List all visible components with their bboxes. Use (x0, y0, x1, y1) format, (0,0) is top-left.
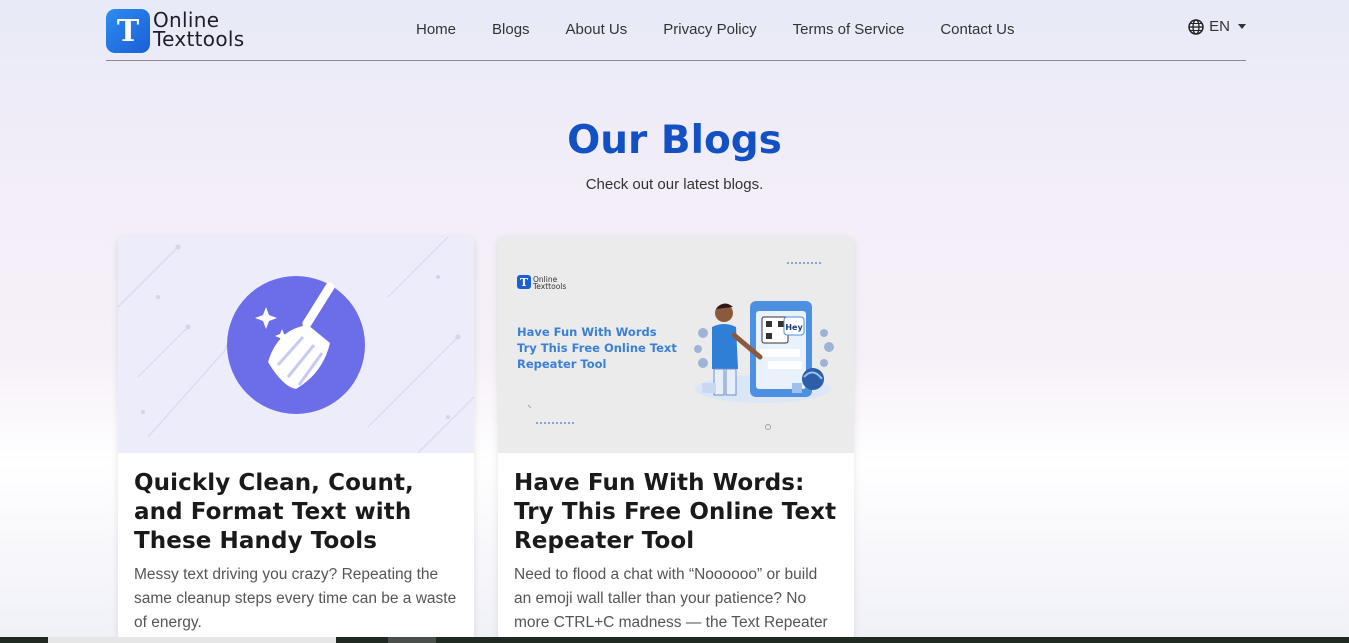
image-headline-line-3: Repeater Tool (517, 357, 606, 371)
chat-bubble-text: Hey (785, 323, 803, 332)
language-label: EN (1209, 18, 1230, 35)
nav-privacy-policy[interactable]: Privacy Policy (663, 21, 756, 38)
top-navbar: T Online Texttools Home Blogs About Us P… (106, 0, 1246, 61)
broom-illustration (118, 237, 474, 453)
text-repeater-illustration: T Online Texttools Have Fun With Words T… (517, 262, 834, 430)
blog-card-image: T Online Texttools Have Fun With Words T… (498, 237, 854, 453)
blog-card-excerpt: Messy text driving you crazy? Repeating … (134, 566, 457, 631)
nav-contact-us[interactable]: Contact Us (940, 21, 1014, 38)
page-title: Our Blogs (567, 118, 782, 163)
mini-logo-letter: T (520, 276, 529, 289)
globe-icon (1188, 18, 1204, 35)
blog-card[interactable]: T Online Texttools Have Fun With Words T… (498, 237, 854, 643)
blog-card-title[interactable]: Have Fun With Words: Try This Free Onlin… (514, 469, 838, 556)
image-headline-line-2: Try This Free Online Text (517, 341, 677, 355)
chevron-down-icon (1238, 24, 1246, 29)
taskbar-item[interactable] (48, 637, 336, 643)
blog-card-image (118, 237, 474, 453)
logo-line-2: Texttools (153, 27, 245, 51)
nav-home[interactable]: Home (416, 21, 456, 38)
main-nav: Home Blogs About Us Privacy Policy Terms… (416, 0, 1051, 58)
taskbar-item[interactable] (388, 637, 436, 643)
nav-about-us[interactable]: About Us (566, 21, 628, 38)
blog-card[interactable]: Quickly Clean, Count, and Format Text wi… (118, 237, 474, 643)
logo-mark: T (106, 9, 150, 53)
mini-logo-line-2: Texttools (532, 282, 566, 291)
nav-terms-of-service[interactable]: Terms of Service (793, 21, 905, 38)
site-logo[interactable]: T Online Texttools (106, 0, 244, 61)
language-selector[interactable]: EN (1188, 18, 1246, 35)
logo-text: Online Texttools (153, 10, 245, 51)
blog-card-title[interactable]: Quickly Clean, Count, and Format Text wi… (134, 469, 458, 556)
blog-card-excerpt: Need to flood a chat with “Noooooo” or b… (514, 566, 828, 631)
nav-blogs[interactable]: Blogs (492, 21, 530, 38)
image-headline-line-1: Have Fun With Words (517, 325, 657, 339)
os-taskbar (0, 637, 1349, 643)
page-subtitle: Check out our latest blogs. (585, 176, 764, 193)
